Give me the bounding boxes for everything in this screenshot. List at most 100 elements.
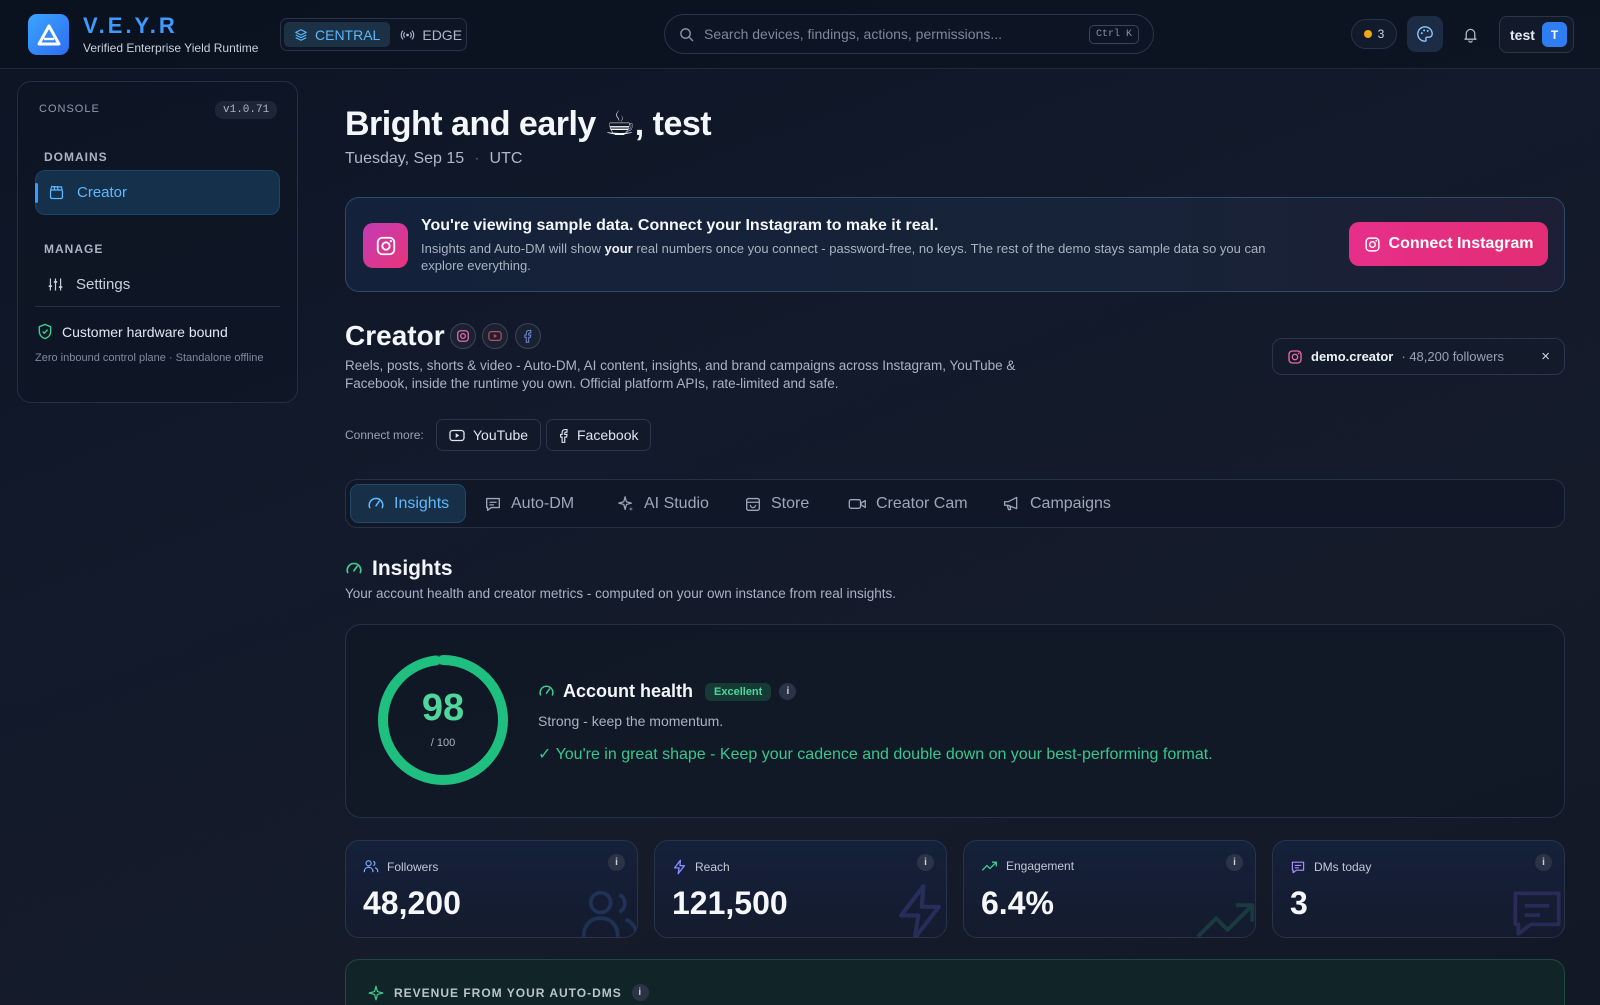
- alerts-badge[interactable]: 3: [1351, 19, 1397, 49]
- sample-data-banner: You're viewing sample data. Connect your…: [345, 197, 1565, 292]
- info-icon[interactable]: i: [608, 854, 625, 871]
- banner-title: You're viewing sample data. Connect your…: [421, 217, 939, 234]
- instagram-icon: [1364, 236, 1380, 252]
- stat-label-row: Reach: [672, 859, 730, 875]
- megaphone-icon: [1003, 496, 1018, 511]
- brand-name: V.E.Y.R: [83, 13, 178, 38]
- health-score-max: / 100: [430, 737, 456, 749]
- hardware-status: Customer hardware bound: [37, 323, 228, 340]
- youtube-platform-icon[interactable]: [482, 323, 508, 349]
- sparkle-icon: [368, 985, 384, 1000]
- user-menu[interactable]: test T: [1499, 16, 1574, 53]
- logo[interactable]: [28, 14, 69, 55]
- shield-check-icon: [38, 323, 52, 340]
- health-heading: Account health Excellent i: [538, 681, 797, 702]
- connect-instagram-button[interactable]: Connect Instagram: [1349, 222, 1548, 266]
- alert-dot-icon: [1363, 30, 1372, 38]
- health-title: Account health: [563, 681, 694, 701]
- user-name: test: [1510, 26, 1535, 43]
- youtube-icon: [488, 331, 502, 341]
- date-separator: ·: [474, 150, 480, 167]
- stat-label: DMs today: [1314, 860, 1372, 874]
- hardware-title: Customer hardware bound: [62, 323, 228, 340]
- creator-description: Reels, posts, shorts & video - Auto-DM, …: [345, 358, 1016, 391]
- connect-youtube-button[interactable]: YouTube: [436, 419, 542, 451]
- info-icon[interactable]: i: [631, 984, 649, 1001]
- current-date: Tuesday, Sep 15: [345, 150, 465, 167]
- disconnect-close-icon[interactable]: ×: [1541, 348, 1550, 365]
- tab-campaigns[interactable]: Campaigns: [986, 484, 1127, 523]
- message-watermark-icon: [1513, 891, 1561, 936]
- info-icon[interactable]: i: [1535, 854, 1552, 871]
- account-handle: demo.creator: [1311, 349, 1394, 364]
- connected-account-chip[interactable]: demo.creator · 48,200 followers ×: [1272, 338, 1565, 375]
- revenue-card: REVENUE FROM YOUR AUTO-DMS i: [345, 959, 1565, 1005]
- search-bar[interactable]: Ctrl K: [664, 14, 1154, 54]
- clapper-icon: [49, 185, 64, 200]
- mode-central-button[interactable]: CENTRAL: [284, 22, 391, 47]
- gauge-icon: [368, 497, 384, 508]
- reach-stat-card: Reach 121,500 i: [654, 840, 947, 938]
- timezone: UTC: [489, 150, 523, 167]
- banner-body: Insights and Auto-DM will show your real…: [421, 240, 1311, 274]
- tab-label: AI Studio: [644, 494, 709, 512]
- palette-icon: [1417, 26, 1433, 42]
- tab-ai-studio[interactable]: AI Studio: [601, 484, 725, 523]
- trend-watermark-icon: [1196, 903, 1255, 937]
- avatar: T: [1542, 22, 1567, 47]
- camera-icon: [848, 498, 866, 509]
- connect-more-label: Connect more:: [345, 428, 424, 442]
- tab-label: Creator Cam: [876, 494, 968, 512]
- creator-tabs: Insights Auto-DM AI Studio Store Creator…: [345, 479, 1565, 528]
- theme-button[interactable]: [1407, 16, 1443, 52]
- mode-edge-button[interactable]: EDGE: [390, 22, 472, 47]
- stat-label-row: Engagement: [981, 859, 1074, 873]
- info-icon[interactable]: i: [1226, 854, 1243, 871]
- sidebar-item-settings[interactable]: Settings: [35, 262, 280, 307]
- gauge-icon: [539, 685, 554, 696]
- tab-label: Auto-DM: [511, 494, 575, 512]
- stat-label: Followers: [387, 859, 439, 874]
- sidebar: CONSOLE v1.0.71 DOMAINS Creator MANAGE S…: [17, 81, 298, 403]
- youtube-icon: [449, 429, 465, 441]
- facebook-platform-icon[interactable]: [515, 323, 541, 349]
- banner-body-emphasis: your: [604, 241, 633, 256]
- brand-subtitle: Verified Enterprise Yield Runtime: [83, 41, 259, 55]
- layers-icon: [295, 28, 307, 41]
- info-icon[interactable]: i: [779, 683, 797, 700]
- logo-triangle-icon: [37, 24, 60, 45]
- instagram-icon: [376, 236, 395, 255]
- version-badge: v1.0.71: [215, 101, 278, 119]
- tab-store[interactable]: Store: [728, 484, 825, 523]
- info-icon[interactable]: i: [917, 854, 934, 871]
- connect-facebook-label: Facebook: [577, 427, 639, 443]
- account-followers: · 48,200 followers: [1401, 349, 1504, 364]
- connect-facebook-button[interactable]: Facebook: [546, 419, 652, 451]
- tab-label: Campaigns: [1030, 494, 1111, 512]
- facebook-icon: [524, 329, 532, 343]
- sidebar-item-label: Settings: [76, 276, 131, 293]
- health-tip: ✓ You're in great shape - Keep your cade…: [538, 746, 1213, 763]
- instagram-platform-icon[interactable]: [450, 323, 476, 349]
- search-input[interactable]: [704, 26, 1079, 42]
- connect-youtube-label: YouTube: [473, 427, 529, 443]
- bell-icon: [1463, 28, 1477, 43]
- hardware-subtitle: Zero inbound control plane · Standalone …: [35, 352, 264, 364]
- connect-instagram-label: Connect Instagram: [1388, 235, 1534, 252]
- tab-label: Store: [771, 494, 810, 512]
- console-label: CONSOLE: [39, 103, 100, 115]
- facebook-icon: [560, 428, 568, 443]
- stat-label: Reach: [695, 860, 730, 874]
- tab-creator-cam[interactable]: Creator Cam: [832, 484, 984, 523]
- domains-heading: DOMAINS: [44, 150, 108, 164]
- sparkle-icon: [618, 495, 634, 511]
- banner-body-text: Insights and Auto-DM will show: [421, 241, 605, 256]
- tab-auto-dm[interactable]: Auto-DM: [468, 484, 590, 523]
- tab-insights[interactable]: Insights: [350, 484, 467, 523]
- health-score: 98: [421, 687, 465, 729]
- health-subtitle: Strong - keep the momentum.: [538, 713, 724, 729]
- sidebar-item-creator[interactable]: Creator: [35, 170, 280, 215]
- notifications-button[interactable]: [1452, 16, 1488, 52]
- followers-stat-card: Followers 48,200 i: [345, 840, 638, 938]
- users-watermark-icon: [581, 890, 637, 937]
